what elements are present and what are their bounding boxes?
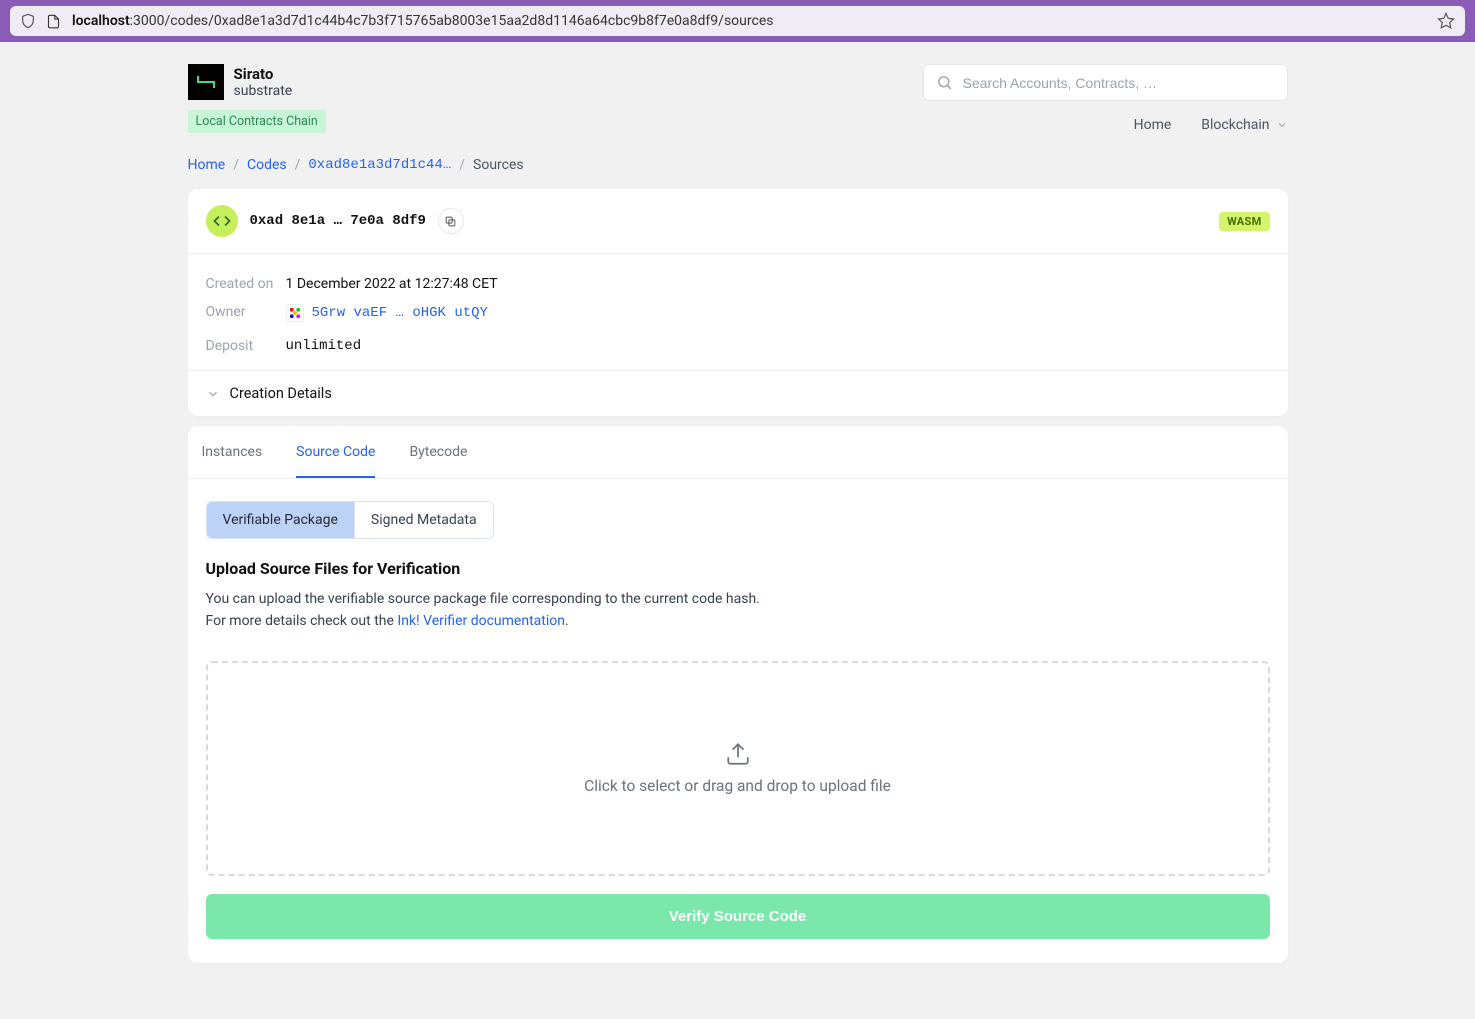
shield-icon bbox=[20, 13, 36, 29]
url-text[interactable]: localhost:3000/codes/0xad8e1a3d7d1c44b4c… bbox=[72, 13, 1427, 29]
subtab-signed-metadata[interactable]: Signed Metadata bbox=[354, 502, 493, 538]
code-hash: 0xad 8e1a … 7e0a 8df9 bbox=[250, 213, 426, 229]
copy-hash-button[interactable] bbox=[438, 208, 464, 234]
nav-blockchain-label: Blockchain bbox=[1201, 117, 1269, 133]
search-box[interactable] bbox=[923, 64, 1288, 101]
brand-logo bbox=[188, 64, 224, 100]
search-input[interactable] bbox=[963, 75, 1275, 91]
subtabs: Verifiable Package Signed Metadata bbox=[206, 501, 494, 539]
breadcrumb-codes[interactable]: Codes bbox=[247, 157, 287, 173]
tab-instances[interactable]: Instances bbox=[202, 426, 263, 478]
breadcrumb-home[interactable]: Home bbox=[188, 157, 226, 173]
page-header: Sirato substrate Local Contracts Chain H… bbox=[188, 42, 1288, 143]
search-icon bbox=[936, 74, 953, 91]
created-on-label: Created on bbox=[206, 276, 286, 292]
upload-title: Upload Source Files for Verification bbox=[206, 559, 1270, 578]
verify-source-button[interactable]: Verify Source Code bbox=[206, 894, 1270, 939]
brand[interactable]: Sirato substrate bbox=[188, 64, 326, 100]
file-dropzone[interactable]: Click to select or drag and drop to uplo… bbox=[206, 661, 1270, 876]
dropzone-text: Click to select or drag and drop to uplo… bbox=[584, 777, 891, 795]
tabs: Instances Source Code Bytecode bbox=[188, 426, 1288, 479]
code-card: 0xad 8e1a … 7e0a 8df9 WASM Created on 1 … bbox=[188, 189, 1288, 416]
owner-value: 5Grw vaEF … oHGK utQY bbox=[312, 305, 488, 321]
chevron-down-icon bbox=[1276, 119, 1288, 131]
owner-label: Owner bbox=[206, 304, 286, 326]
chain-badge: Local Contracts Chain bbox=[188, 110, 326, 133]
chevron-down-icon bbox=[206, 387, 220, 401]
breadcrumb-current: Sources bbox=[473, 157, 524, 173]
identicon bbox=[286, 304, 304, 322]
bookmark-star-icon[interactable] bbox=[1437, 12, 1455, 30]
wasm-badge: WASM bbox=[1219, 212, 1269, 231]
upload-icon bbox=[725, 741, 751, 767]
upload-description: You can upload the verifiable source pac… bbox=[206, 588, 1270, 633]
breadcrumb: Home / Codes / 0xad8e1a3d7d1c44… / Sourc… bbox=[188, 143, 1288, 189]
owner-link[interactable]: 5Grw vaEF … oHGK utQY bbox=[286, 304, 488, 322]
code-meta: Created on 1 December 2022 at 12:27:48 C… bbox=[188, 254, 1288, 370]
creation-details-toggle[interactable]: Creation Details bbox=[188, 370, 1288, 416]
created-on-value: 1 December 2022 at 12:27:48 CET bbox=[286, 276, 498, 292]
nav-blockchain[interactable]: Blockchain bbox=[1201, 117, 1287, 133]
url-host: localhost bbox=[72, 13, 130, 29]
deposit-label: Deposit bbox=[206, 338, 286, 354]
code-header: 0xad 8e1a … 7e0a 8df9 WASM bbox=[188, 189, 1288, 254]
verifier-doc-link[interactable]: Ink! Verifier documentation bbox=[397, 613, 565, 629]
brand-subtitle: substrate bbox=[234, 83, 293, 99]
upload-section: Upload Source Files for Verification You… bbox=[188, 539, 1288, 963]
deposit-value: unlimited bbox=[286, 338, 362, 354]
page-icon bbox=[46, 13, 62, 29]
subtab-verifiable-package[interactable]: Verifiable Package bbox=[207, 502, 354, 538]
nav-links: Home Blockchain bbox=[923, 117, 1288, 133]
url-bar[interactable]: localhost:3000/codes/0xad8e1a3d7d1c44b4c… bbox=[10, 6, 1465, 36]
tabs-card: Instances Source Code Bytecode Verifiabl… bbox=[188, 426, 1288, 963]
tab-bytecode[interactable]: Bytecode bbox=[409, 426, 467, 478]
nav-home[interactable]: Home bbox=[1134, 117, 1172, 133]
browser-chrome: localhost:3000/codes/0xad8e1a3d7d1c44b4c… bbox=[0, 0, 1475, 42]
brand-name: Sirato bbox=[234, 65, 293, 83]
creation-details-title: Creation Details bbox=[230, 385, 332, 402]
tab-source-code[interactable]: Source Code bbox=[296, 426, 375, 478]
url-path: :3000/codes/0xad8e1a3d7d1c44b4c7b3f71576… bbox=[130, 13, 774, 29]
breadcrumb-code-hash[interactable]: 0xad8e1a3d7d1c44… bbox=[308, 157, 451, 173]
code-icon bbox=[206, 205, 238, 237]
